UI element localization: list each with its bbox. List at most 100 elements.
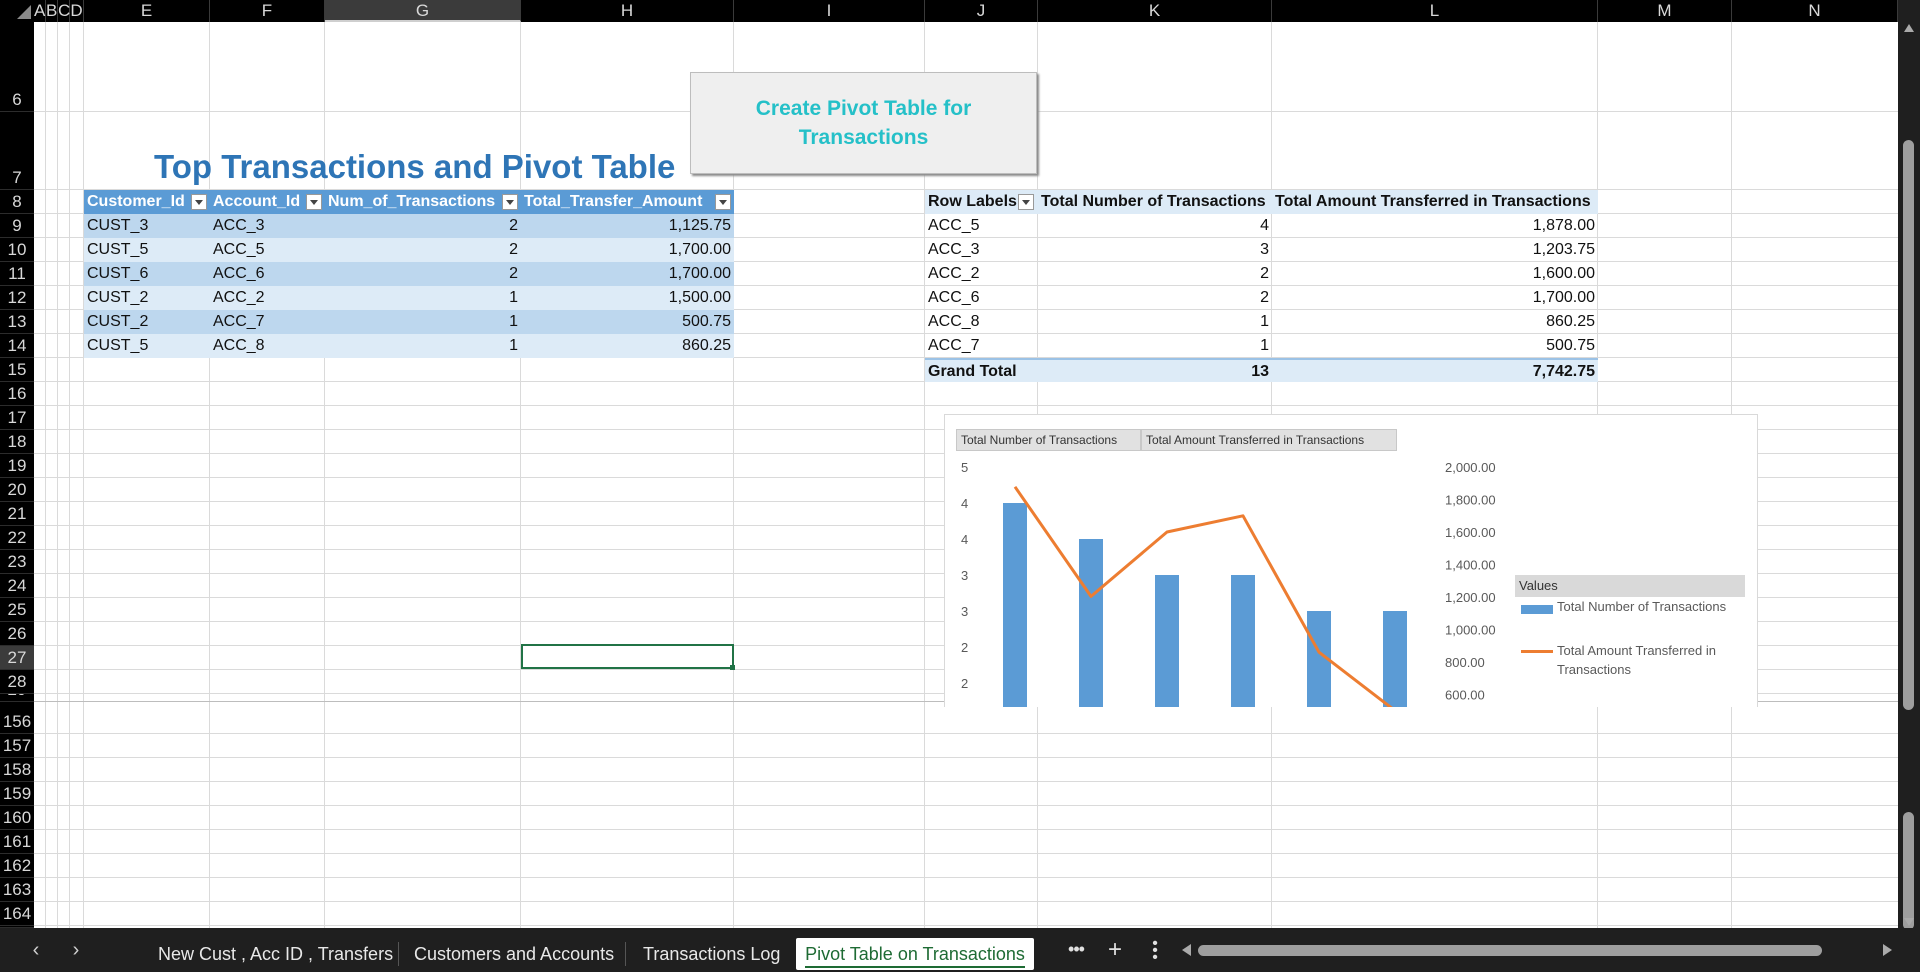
row-header-16[interactable]: 16 (0, 382, 34, 406)
row-header-20[interactable]: 20 (0, 478, 34, 502)
row-header-156[interactable]: 156 (0, 702, 34, 734)
row-header-24[interactable]: 24 (0, 574, 34, 598)
pivot-grand-total[interactable]: 13 (1038, 358, 1272, 382)
row-header-161[interactable]: 161 (0, 830, 34, 854)
chart-bar-acc_7[interactable] (1383, 611, 1407, 707)
pivot-chart[interactable]: Total Number of Transactions Total Amoun… (944, 414, 1758, 707)
row-header-26[interactable]: 26 (0, 622, 34, 646)
column-header-h[interactable]: H (521, 0, 734, 22)
pivot-cell[interactable]: 1,878.00 (1272, 214, 1598, 238)
row-header-19[interactable]: 19 (0, 454, 34, 478)
row-header-159[interactable]: 159 (0, 782, 34, 806)
column-header-c[interactable]: C (58, 0, 70, 22)
row-header-162[interactable]: 162 (0, 854, 34, 878)
column-header-f[interactable]: F (210, 0, 325, 22)
column-header-k[interactable]: K (1038, 0, 1272, 22)
table-cell[interactable]: CUST_6 (84, 262, 210, 286)
scroll-up-arrow[interactable] (1904, 24, 1914, 32)
ellipsis-icon[interactable]: ••• (1066, 940, 1086, 960)
tab-transactions-log[interactable]: Transactions Log (643, 938, 780, 970)
pivot-grand-total[interactable]: Grand Total (925, 358, 1038, 382)
pivot-cell[interactable]: 1 (1038, 334, 1272, 358)
pivot-cell[interactable]: ACC_6 (925, 286, 1038, 310)
row-labels-sort-filter-icon[interactable] (1018, 194, 1034, 210)
pivot-cell[interactable]: ACC_8 (925, 310, 1038, 334)
horizontal-scroll-thumb[interactable] (1198, 945, 1822, 956)
column-header-d[interactable]: D (70, 0, 84, 22)
row-header-158[interactable]: 158 (0, 758, 34, 782)
chevron-left-icon[interactable]: ‹ (26, 940, 46, 960)
pivot-cell[interactable]: 2 (1038, 286, 1272, 310)
row-header-7[interactable]: 7 (0, 112, 34, 190)
column-header-l[interactable]: L (1272, 0, 1598, 22)
tab-customers-and-accounts[interactable]: Customers and Accounts (414, 938, 614, 970)
pivot-cell[interactable]: ACC_2 (925, 262, 1038, 286)
table-cell[interactable]: 1 (325, 286, 521, 310)
row-header-6[interactable]: 6 (0, 22, 34, 112)
table-cell[interactable]: 2 (325, 262, 521, 286)
horizontal-scrollbar[interactable] (1180, 938, 1894, 962)
row-header-13[interactable]: 13 (0, 310, 34, 334)
chart-line-amount[interactable] (1013, 485, 1395, 707)
row-header-22[interactable]: 22 (0, 526, 34, 550)
pivot-cell[interactable]: 3 (1038, 238, 1272, 262)
vertical-scroll-thumb-top[interactable] (1903, 140, 1914, 710)
pivot-cell[interactable]: 4 (1038, 214, 1272, 238)
pivot-cell[interactable]: 1,600.00 (1272, 262, 1598, 286)
chart-bar-acc_5[interactable] (1003, 503, 1027, 707)
pivot-cell[interactable]: ACC_7 (925, 334, 1038, 358)
active-cell-g27[interactable] (521, 644, 735, 670)
pivot-cell[interactable]: 2 (1038, 262, 1272, 286)
pivot-cell[interactable]: ACC_3 (925, 238, 1038, 262)
vertical-scrollbar[interactable] (1898, 22, 1920, 930)
row-header-29[interactable]: 29 (0, 694, 34, 702)
filter-dropdown-icon[interactable] (715, 194, 731, 210)
table-cell[interactable]: ACC_6 (210, 262, 325, 286)
column-header-m[interactable]: M (1598, 0, 1732, 22)
table-header-num-of-transactions[interactable]: Num_of_Transactions (325, 190, 521, 214)
pivot-header-1[interactable]: Total Number of Transactions (1038, 190, 1272, 214)
table-cell[interactable]: ACC_2 (210, 286, 325, 310)
row-header-11[interactable]: 11 (0, 262, 34, 286)
row-header-10[interactable]: 10 (0, 238, 34, 262)
pivot-header-2[interactable]: Total Amount Transferred in Transactions (1272, 190, 1598, 214)
select-all-corner[interactable] (0, 0, 34, 22)
table-cell[interactable]: CUST_3 (84, 214, 210, 238)
row-header-157[interactable]: 157 (0, 734, 34, 758)
tab-pivot-table-on-transactions[interactable]: Pivot Table on Transactions (796, 938, 1034, 970)
table-cell[interactable]: 1 (325, 334, 521, 358)
row-header-14[interactable]: 14 (0, 334, 34, 358)
table-cell[interactable]: CUST_5 (84, 334, 210, 358)
column-header-n[interactable]: N (1732, 0, 1898, 22)
row-header-15[interactable]: 15 (0, 358, 34, 382)
table-cell[interactable]: CUST_2 (84, 286, 210, 310)
table-cell[interactable]: 1,700.00 (521, 262, 734, 286)
chart-bar-acc_6[interactable] (1231, 575, 1255, 707)
create-pivot-table-button[interactable]: Create Pivot Table for Transactions (690, 72, 1037, 174)
filter-dropdown-icon[interactable] (191, 194, 207, 210)
table-cell[interactable]: 1,700.00 (521, 238, 734, 262)
pivot-cell[interactable]: 1,700.00 (1272, 286, 1598, 310)
table-cell[interactable]: ACC_5 (210, 238, 325, 262)
table-cell[interactable]: 860.25 (521, 334, 734, 358)
column-header-j[interactable]: J (925, 0, 1038, 22)
table-cell[interactable]: 1 (325, 310, 521, 334)
column-header-a[interactable]: A (34, 0, 46, 22)
pivot-cell[interactable]: 1,203.75 (1272, 238, 1598, 262)
column-header-g[interactable]: G (325, 0, 521, 22)
table-cell[interactable]: 1,500.00 (521, 286, 734, 310)
row-header-27[interactable]: 27 (0, 646, 34, 670)
filter-dropdown-icon[interactable] (502, 194, 518, 210)
filter-dropdown-icon[interactable] (306, 194, 322, 210)
table-cell[interactable]: 2 (325, 238, 521, 262)
scroll-right-arrow[interactable] (1883, 944, 1892, 956)
row-header-25[interactable]: 25 (0, 598, 34, 622)
row-header-8[interactable]: 8 (0, 190, 34, 214)
column-header-i[interactable]: I (734, 0, 925, 22)
row-header-12[interactable]: 12 (0, 286, 34, 310)
table-cell[interactable]: 2 (325, 214, 521, 238)
chevron-right-icon[interactable]: › (66, 940, 86, 960)
chart-bar-acc_2[interactable] (1155, 575, 1179, 707)
table-header-total-transfer-amount[interactable]: Total_Transfer_Amount (521, 190, 734, 214)
row-header-163[interactable]: 163 (0, 878, 34, 902)
